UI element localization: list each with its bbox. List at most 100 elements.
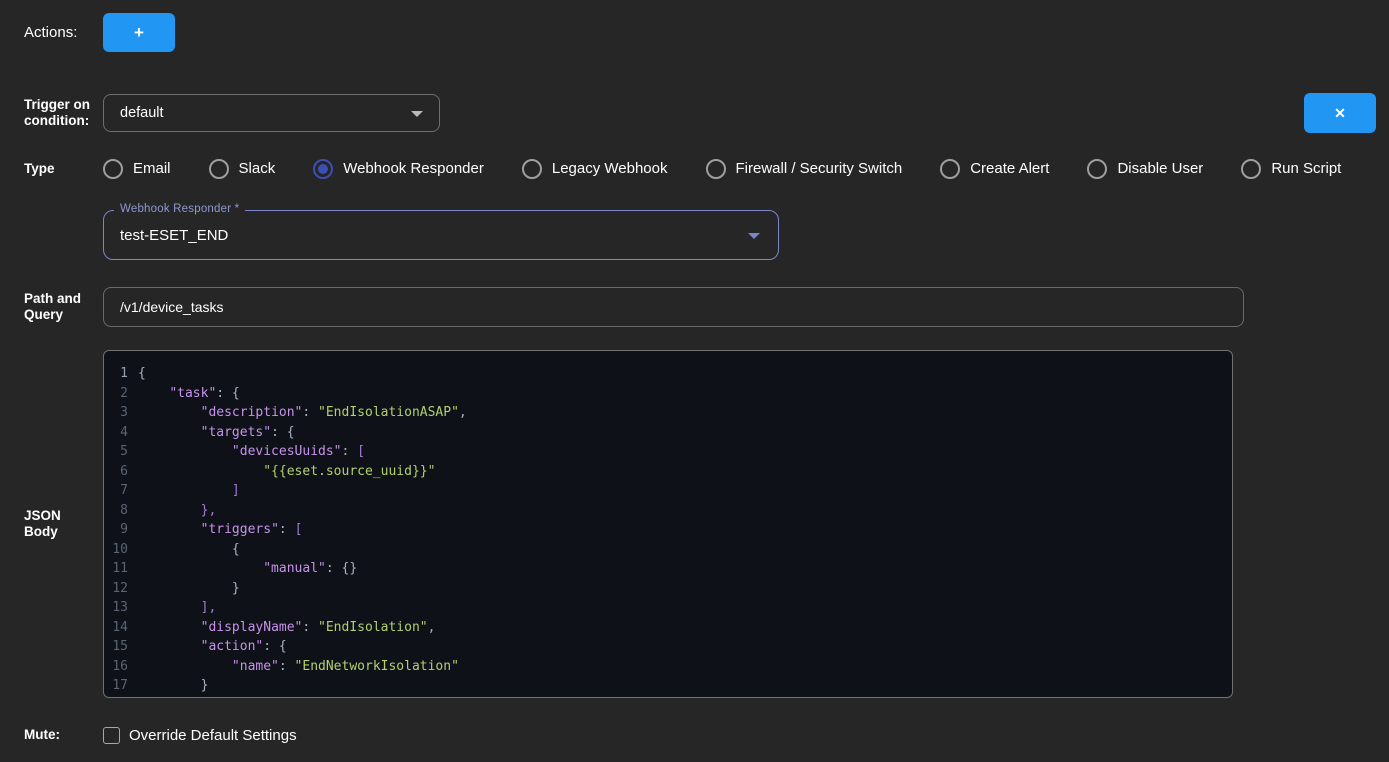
radio-unselected-icon[interactable] [1241, 159, 1261, 179]
line-number: 12 [104, 579, 138, 599]
line-number: 14 [104, 618, 138, 638]
code-line: 15 "action": { [104, 637, 1232, 657]
code-text: "devicesUuids": [ [138, 442, 365, 462]
radio-option-label: Legacy Webhook [552, 160, 668, 177]
radio-unselected-icon[interactable] [706, 159, 726, 179]
remove-action-button[interactable]: ✕ [1304, 93, 1376, 133]
code-text: }, [138, 501, 216, 521]
close-icon: ✕ [1334, 105, 1346, 122]
override-default-settings-checkbox[interactable] [103, 727, 120, 744]
code-line: 1{ [104, 364, 1232, 384]
json-body-editor[interactable]: 1{2 "task": {3 "description": "EndIsolat… [103, 350, 1233, 698]
code-text: "name": "EndNetworkIsolation" [138, 657, 459, 677]
line-number: 6 [104, 462, 138, 482]
add-action-button[interactable]: + [103, 13, 175, 52]
code-text: { [138, 540, 240, 560]
code-line: 14 "displayName": "EndIsolation", [104, 618, 1232, 638]
code-text: }, [138, 696, 185, 699]
radio-option-webhook-responder[interactable]: Webhook Responder [313, 159, 484, 179]
json-body-label: JSON Body [24, 508, 103, 540]
radio-option-disable-user[interactable]: Disable User [1087, 159, 1203, 179]
path-query-label: Path and Query [24, 291, 103, 323]
line-number: 4 [104, 423, 138, 443]
trigger-condition-value: default [120, 105, 164, 121]
radio-option-slack[interactable]: Slack [209, 159, 276, 179]
line-number: 2 [104, 384, 138, 404]
line-number: 11 [104, 559, 138, 579]
override-default-settings-label: Override Default Settings [129, 727, 297, 744]
radio-option-label: Firewall / Security Switch [736, 160, 903, 177]
line-number: 7 [104, 481, 138, 501]
trigger-condition-label: Trigger on condition: [24, 97, 103, 129]
chevron-down-icon [748, 233, 760, 239]
radio-option-label: Disable User [1117, 160, 1203, 177]
line-number: 10 [104, 540, 138, 560]
trigger-row: Trigger on condition: default ✕ [24, 94, 1389, 132]
radio-unselected-icon[interactable] [1087, 159, 1107, 179]
code-line: 10 { [104, 540, 1232, 560]
code-text: } [138, 676, 208, 696]
radio-option-run-script[interactable]: Run Script [1241, 159, 1341, 179]
webhook-row: Webhook Responder * test-ESET_END [24, 210, 1389, 260]
code-text: ], [138, 598, 216, 618]
code-line: 4 "targets": { [104, 423, 1232, 443]
code-line: 5 "devicesUuids": [ [104, 442, 1232, 462]
radio-unselected-icon[interactable] [209, 159, 229, 179]
code-line: 7 ] [104, 481, 1232, 501]
mute-row: Mute: Override Default Settings [24, 725, 1389, 745]
code-line: 16 "name": "EndNetworkIsolation" [104, 657, 1232, 677]
radio-option-label: Run Script [1271, 160, 1341, 177]
type-row: Type Email Slack Webhook Responder Legacy W… [24, 156, 1389, 181]
type-label: Type [24, 161, 103, 177]
path-query-input[interactable] [103, 287, 1244, 327]
trigger-condition-select[interactable]: default [103, 94, 440, 132]
line-number: 5 [104, 442, 138, 462]
code-text: "triggers": [ [138, 520, 302, 540]
override-default-settings-option[interactable]: Override Default Settings [103, 727, 297, 744]
radio-unselected-icon[interactable] [103, 159, 123, 179]
radio-option-label: Email [133, 160, 171, 177]
code-text: "manual": {} [138, 559, 357, 579]
radio-option-firewall-security-switch[interactable]: Firewall / Security Switch [706, 159, 903, 179]
radio-option-email[interactable]: Email [103, 159, 171, 179]
line-number: 1 [104, 364, 138, 384]
radio-option-label: Webhook Responder [343, 160, 484, 177]
code-line: 18 }, [104, 696, 1232, 699]
code-text: { [138, 364, 146, 384]
code-text: "task": { [138, 384, 240, 404]
radio-unselected-icon[interactable] [940, 159, 960, 179]
code-line: 11 "manual": {} [104, 559, 1232, 579]
actions-row: Actions: + [24, 13, 1389, 52]
code-line: 2 "task": { [104, 384, 1232, 404]
radio-unselected-icon[interactable] [522, 159, 542, 179]
actions-label: Actions: [24, 25, 103, 41]
radio-option-label: Create Alert [970, 160, 1049, 177]
line-number: 3 [104, 403, 138, 423]
plus-icon: + [134, 23, 144, 43]
code-line: 13 ], [104, 598, 1232, 618]
code-line: 6 "{{eset.source_uuid}}" [104, 462, 1232, 482]
type-radio-group: Email Slack Webhook Responder Legacy Webhoo… [103, 159, 1341, 179]
line-number: 15 [104, 637, 138, 657]
webhook-responder-select[interactable]: Webhook Responder * test-ESET_END [103, 210, 779, 260]
webhook-responder-float-label: Webhook Responder * [114, 203, 245, 215]
webhook-responder-value: test-ESET_END [120, 227, 228, 244]
line-number: 8 [104, 501, 138, 521]
line-number: 18 [104, 696, 138, 699]
radio-option-create-alert[interactable]: Create Alert [940, 159, 1049, 179]
code-text: "description": "EndIsolationASAP", [138, 403, 467, 423]
action-editor-panel: Actions: + Trigger on condition: default… [0, 0, 1389, 745]
radio-selected-icon[interactable] [313, 159, 333, 179]
code-line: 9 "triggers": [ [104, 520, 1232, 540]
line-number: 9 [104, 520, 138, 540]
chevron-down-icon [411, 111, 423, 117]
radio-option-label: Slack [239, 160, 276, 177]
radio-option-legacy-webhook[interactable]: Legacy Webhook [522, 159, 668, 179]
code-line: 17 } [104, 676, 1232, 696]
code-line: 8 }, [104, 501, 1232, 521]
code-text: "action": { [138, 637, 287, 657]
line-number: 13 [104, 598, 138, 618]
code-text: ] [138, 481, 240, 501]
code-text: "displayName": "EndIsolation", [138, 618, 435, 638]
line-number: 16 [104, 657, 138, 677]
